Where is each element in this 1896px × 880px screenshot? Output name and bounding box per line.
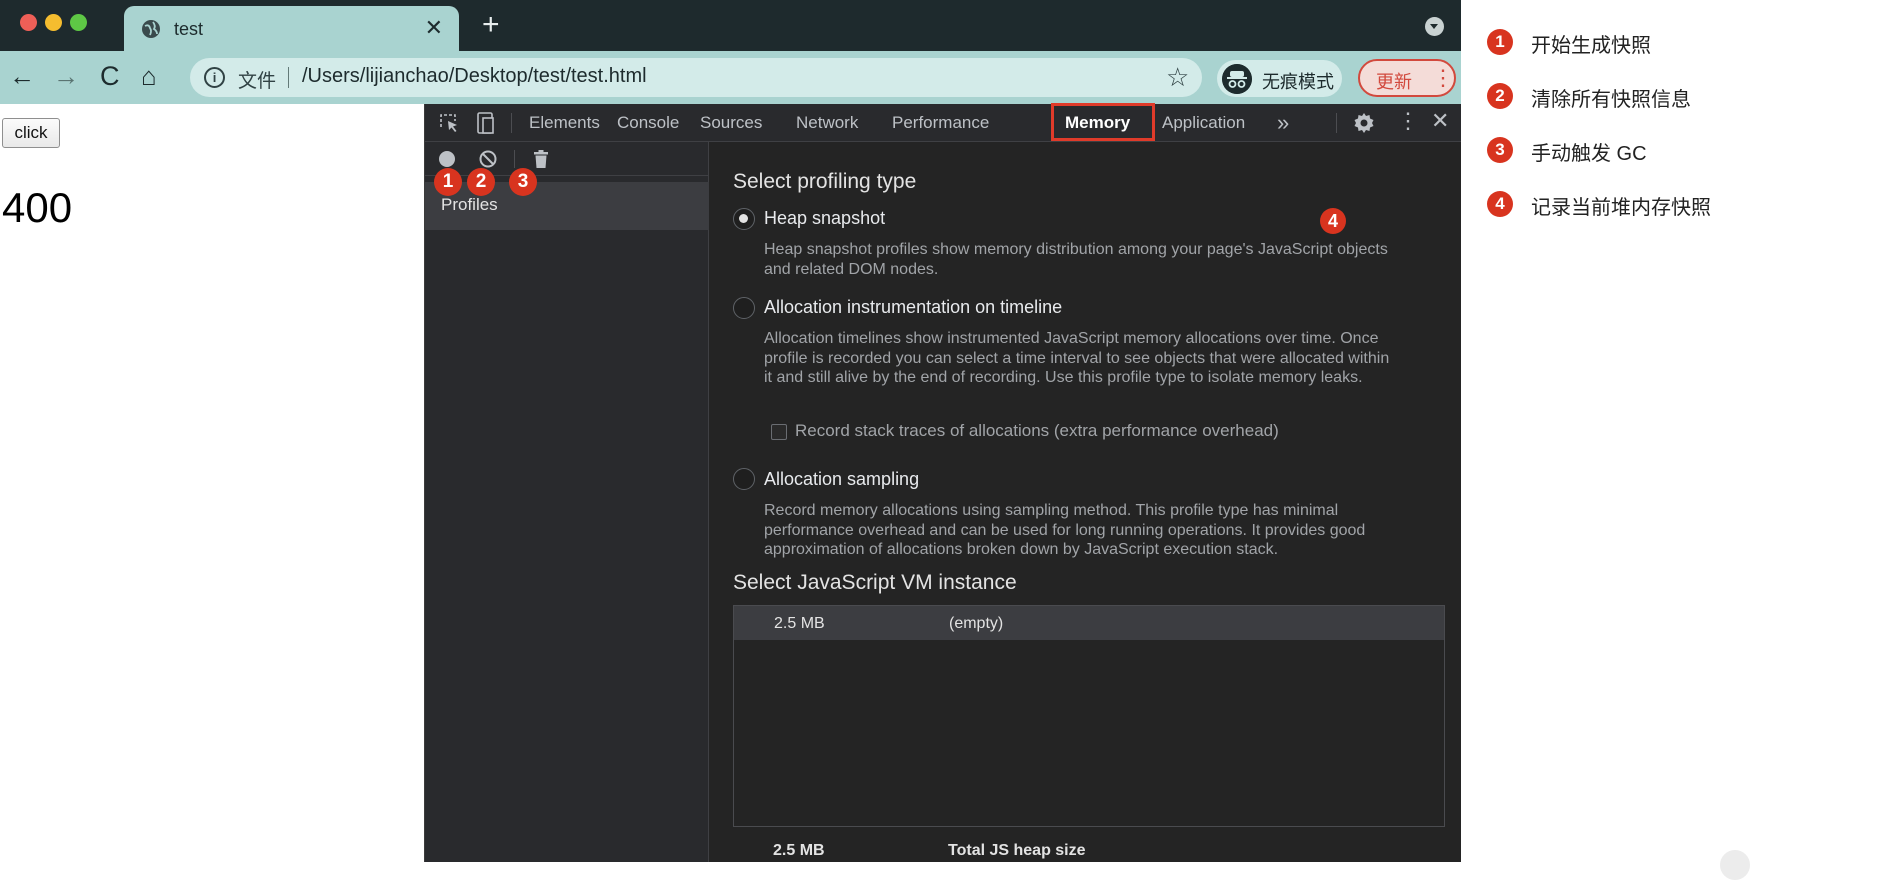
page-content: click 400 — [0, 104, 424, 862]
minimize-window-button[interactable] — [45, 14, 62, 31]
browser-menu-icon[interactable]: ⋮ — [1432, 66, 1454, 90]
gear-icon[interactable] — [1353, 112, 1375, 134]
click-button[interactable]: click — [2, 118, 60, 148]
heap-snapshot-description: Heap snapshot profiles show memory distr… — [764, 240, 1444, 279]
vm-instance-title: Select JavaScript VM instance — [733, 571, 1017, 594]
tab-strip: test ✕ + — [0, 0, 1461, 51]
record-stack-traces-label[interactable]: Record stack traces of allocations (extr… — [795, 421, 1279, 441]
toolbar-divider — [511, 113, 512, 133]
profiling-main-panel: Select profiling type Heap snapshot 4 He… — [710, 142, 1461, 862]
profiling-type-title: Select profiling type — [733, 170, 917, 193]
total-heap-size-label: Total JS heap size — [948, 842, 1086, 859]
devtools-menu-icon[interactable]: ⋮ — [1397, 109, 1419, 133]
home-button[interactable]: ⌂ — [141, 60, 157, 92]
clear-all-icon[interactable] — [479, 150, 497, 168]
info-icon[interactable]: i — [204, 67, 225, 88]
total-heap-size-value: 2.5 MB — [773, 842, 825, 859]
back-button[interactable]: ← — [9, 60, 35, 92]
update-button[interactable]: 更新 ⋮ — [1358, 59, 1456, 97]
tab-title: test — [174, 19, 204, 39]
legend-badge: 1 — [1487, 29, 1513, 55]
tab-sources[interactable]: Sources — [700, 113, 762, 133]
close-devtools-icon[interactable]: ✕ — [1431, 108, 1449, 134]
profiles-toolbar — [425, 142, 709, 176]
annotation-badge-3: 3 — [509, 168, 537, 196]
legend-badge: 2 — [1487, 83, 1513, 109]
corner-decoration — [1720, 850, 1750, 880]
tab-elements[interactable]: Elements — [529, 113, 600, 133]
heap-snapshot-radio[interactable] — [733, 208, 755, 230]
forward-button[interactable]: → — [53, 60, 79, 92]
tab-close-icon[interactable]: ✕ — [425, 16, 443, 40]
description-line: performance overhead and can be used for… — [764, 521, 1366, 539]
legend-text: 记录当前堆内存快照 — [1531, 197, 1711, 219]
address-bar[interactable]: i 文件 /Users/lijianchao/Desktop/test/test… — [190, 58, 1202, 97]
tab-network[interactable]: Network — [796, 113, 858, 133]
description-line: Allocation timelines show instrumented J… — [764, 330, 1379, 347]
allocation-sampling-label[interactable]: Allocation sampling — [764, 469, 919, 490]
reload-button[interactable]: C — [100, 60, 120, 92]
tab-performance[interactable]: Performance — [892, 113, 989, 133]
allocation-timeline-radio[interactable] — [733, 297, 755, 319]
bookmark-star-icon[interactable]: ☆ — [1166, 62, 1189, 93]
vm-instance-row[interactable]: 2.5 MB (empty) — [734, 606, 1444, 640]
zoom-window-button[interactable] — [70, 14, 87, 31]
devtools-tab-bar: Elements Console Sources Network Perform… — [425, 103, 1461, 142]
annotation-badge-1: 1 — [434, 168, 462, 196]
heap-snapshot-label[interactable]: Heap snapshot — [764, 208, 885, 229]
description-line: Record memory allocations using sampling… — [764, 502, 1339, 519]
legend-text: 开始生成快照 — [1531, 35, 1651, 57]
vm-instance-name: (empty) — [949, 615, 1004, 632]
vm-instance-list: 2.5 MB (empty) — [733, 605, 1445, 827]
screenshot: test ✕ + ← → C ⌂ i 文件 /Users/lijianchao/… — [0, 0, 1896, 880]
browser-tab[interactable]: test ✕ — [124, 6, 459, 51]
tab-search-button[interactable] — [1425, 17, 1444, 36]
url-divider — [288, 67, 289, 88]
vm-instance-size: 2.5 MB — [774, 615, 825, 632]
browser-window: test ✕ + ← → C ⌂ i 文件 /Users/lijianchao/… — [0, 0, 1461, 862]
description-line: approximation of allocations broken down… — [764, 541, 1279, 558]
description-line: and related DOM nodes. — [764, 260, 939, 278]
incognito-label: 无痕模式 — [1262, 72, 1334, 92]
allocation-sampling-description: Record memory allocations using sampling… — [764, 501, 1444, 560]
record-stack-traces-checkbox[interactable] — [771, 424, 787, 440]
devtools-panel: Elements Console Sources Network Perform… — [424, 103, 1461, 862]
description-line: Heap snapshot profiles show memory distr… — [764, 241, 1388, 258]
trash-icon[interactable] — [533, 149, 549, 169]
inspect-element-icon[interactable] — [439, 113, 459, 133]
description-line: it and still alive by the end of recordi… — [764, 369, 1363, 386]
tab-application[interactable]: Application — [1162, 113, 1245, 133]
allocation-timeline-label[interactable]: Allocation instrumentation on timeline — [764, 297, 1062, 318]
tab-memory[interactable]: Memory — [1065, 113, 1130, 133]
toolbar-divider — [514, 150, 515, 168]
device-toolbar-icon[interactable] — [477, 112, 495, 134]
annotation-legend: 1 开始生成快照 2 清除所有快照信息 3 手动触发 GC 4 记录当前堆内存快… — [1461, 0, 1896, 862]
legend-badge: 3 — [1487, 137, 1513, 163]
profiles-list-item[interactable]: Profiles — [425, 182, 709, 230]
annotation-badge-4: 4 — [1320, 208, 1346, 234]
allocation-timeline-description: Allocation timelines show instrumented J… — [764, 329, 1444, 388]
more-tabs-button[interactable]: » — [1277, 110, 1289, 136]
file-scheme-label: 文件 — [238, 71, 277, 92]
url-text[interactable]: /Users/lijianchao/Desktop/test/test.html — [302, 65, 647, 88]
counter-value: 400 — [2, 184, 73, 231]
profiles-label: Profiles — [441, 195, 498, 214]
incognito-indicator[interactable]: 无痕模式 — [1217, 60, 1342, 97]
new-tab-button[interactable]: + — [482, 10, 500, 40]
profiles-sidebar: Profiles 1 2 3 — [425, 142, 709, 862]
toolbar-divider — [1336, 113, 1337, 133]
record-icon[interactable] — [439, 151, 455, 167]
description-line: profile is recorded you can select a tim… — [764, 349, 1390, 367]
tab-console[interactable]: Console — [617, 113, 679, 133]
update-label: 更新 — [1376, 72, 1412, 92]
legend-text: 手动触发 GC — [1531, 143, 1647, 165]
browser-toolbar: ← → C ⌂ i 文件 /Users/lijianchao/Desktop/t… — [0, 51, 1461, 104]
legend-text: 清除所有快照信息 — [1531, 89, 1691, 111]
legend-badge: 4 — [1487, 191, 1513, 217]
allocation-sampling-radio[interactable] — [733, 468, 755, 490]
globe-icon — [142, 20, 160, 38]
incognito-icon — [1222, 64, 1252, 94]
close-window-button[interactable] — [20, 14, 37, 31]
annotation-badge-2: 2 — [467, 168, 495, 196]
